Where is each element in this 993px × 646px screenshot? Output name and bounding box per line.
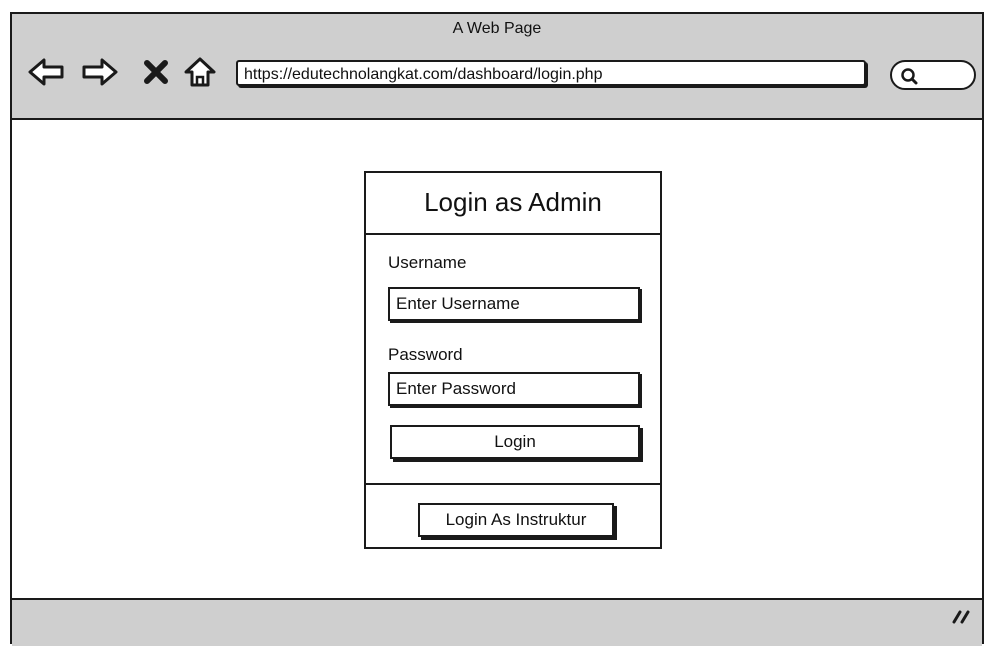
password-input[interactable]: Enter Password <box>388 372 640 406</box>
panel-divider <box>366 483 660 485</box>
forward-arrow-icon[interactable] <box>80 52 120 92</box>
login-button[interactable]: Login <box>390 425 640 459</box>
panel-title: Login as Admin <box>366 173 660 235</box>
home-icon[interactable] <box>180 52 220 92</box>
login-as-instruktur-button[interactable]: Login As Instruktur <box>418 503 614 537</box>
browser-toolbar: A Web Page https://edutechnolangkat.com/… <box>12 14 982 120</box>
window-title: A Web Page <box>452 20 542 37</box>
search-icon <box>900 67 918 85</box>
password-label: Password <box>388 345 463 364</box>
stop-icon[interactable] <box>136 52 176 92</box>
resize-grip-icon[interactable] <box>950 608 974 626</box>
back-arrow-icon[interactable] <box>26 52 66 92</box>
url-bar[interactable]: https://edutechnolangkat.com/dashboard/l… <box>236 60 866 86</box>
username-label: Username <box>388 253 467 272</box>
browser-search-field[interactable] <box>890 60 976 90</box>
login-panel: Login as Admin Username Enter Username P… <box>364 171 662 549</box>
username-input[interactable]: Enter Username <box>388 287 640 321</box>
browser-window: A Web Page https://edutechnolangkat.com/… <box>10 12 984 646</box>
browser-status-bar <box>12 598 982 646</box>
